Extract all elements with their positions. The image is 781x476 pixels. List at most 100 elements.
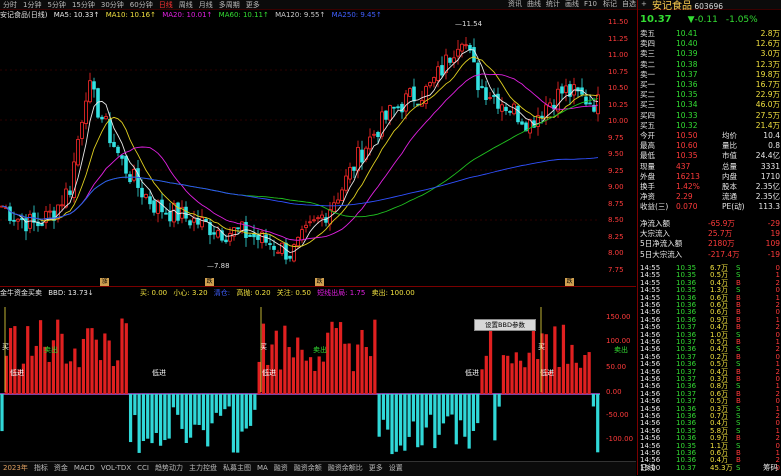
bbd-bar — [210, 394, 214, 424]
low-entry-label: 低进 — [152, 368, 166, 377]
toolbar-right-0[interactable]: 资讯 — [505, 0, 525, 9]
buy-signal-label: 买 — [538, 343, 545, 351]
event-marker[interactable]: 涨 — [100, 278, 109, 286]
candle-body — [560, 86, 564, 94]
toolbar-right-7[interactable]: + — [638, 0, 650, 9]
indicator-tab-4[interactable]: CCI — [137, 462, 149, 475]
bid-row: 买四 10.33 27.5万 — [640, 110, 780, 120]
indicator-tab-13[interactable]: 设置 — [389, 462, 403, 475]
toolbar-right-5[interactable]: 标记 — [600, 0, 620, 9]
period-1[interactable]: 1分钟 — [23, 1, 41, 10]
candle-body — [8, 206, 12, 221]
toolbar-right-2[interactable]: 统计 — [543, 0, 563, 9]
indicator-tab-6[interactable]: 主力控盘 — [189, 462, 217, 475]
period-2[interactable]: 5分钟 — [47, 1, 65, 10]
candle-body — [596, 94, 600, 115]
toolbar-right-6[interactable]: 自选 — [619, 0, 639, 9]
price-tick: 8.00 — [608, 249, 624, 257]
candle-body — [192, 217, 196, 223]
candlestick-chart[interactable]: —11.54 —7.88 — [0, 20, 636, 270]
indicator-tick: 0.00 — [606, 388, 622, 396]
bbd-bar — [566, 363, 570, 394]
panel-bottom-tabs[interactable]: 日线 筹码 — [638, 463, 781, 473]
bbd-bar — [180, 394, 184, 429]
bbd-bar — [146, 394, 150, 439]
caution-value: 小心: 3.20 — [173, 289, 208, 297]
candle-body — [76, 139, 80, 166]
price-tick: 8.75 — [608, 199, 624, 208]
toolbar-right-1[interactable]: 曲线 — [524, 0, 544, 9]
bbd-bar — [570, 344, 574, 394]
candle-body — [488, 97, 492, 99]
low-annotation: —7.88 — [207, 262, 230, 270]
indicator-tab-9[interactable]: 融资 — [274, 462, 288, 475]
bbd-bar — [77, 367, 81, 394]
indicator-tab-1[interactable]: 资金 — [54, 462, 68, 475]
indicator-tab-11[interactable]: 融资余额比 — [328, 462, 363, 475]
candle-body — [276, 251, 280, 254]
period-0[interactable]: 分时 — [3, 1, 17, 10]
event-marker[interactable]: 跌 — [315, 278, 324, 286]
bbd-settings-button[interactable]: 设置BBD参数 — [474, 319, 536, 331]
bbd-bar — [133, 394, 137, 416]
bbd-bar — [111, 366, 116, 394]
period-9[interactable]: 多周期 — [219, 1, 240, 10]
candle-body — [200, 217, 204, 228]
event-marker[interactable]: 跌 — [565, 278, 574, 286]
period-3[interactable]: 15分钟 — [72, 1, 95, 10]
bbd-indicator-chart[interactable]: 买买买卖出 卖出 卖出低进 低进 低进 低进 低进 — [0, 297, 636, 457]
bbd-bar — [193, 394, 197, 425]
toolbar-right-3[interactable]: 画线 — [562, 0, 582, 9]
period-10[interactable]: 更多 — [246, 1, 260, 10]
bbd-bar — [291, 357, 296, 394]
indicator-tab-7[interactable]: 私募主图 — [223, 462, 251, 475]
bbd-bar — [351, 371, 356, 394]
period-7[interactable]: 周线 — [179, 1, 193, 10]
bbd-bar — [578, 367, 583, 394]
period-8[interactable]: 月线 — [199, 1, 213, 10]
indicator-title[interactable]: 金牛资金买卖 — [0, 289, 42, 297]
bbd-bar — [493, 394, 497, 441]
indicator-tab-3[interactable]: VOL-TDX — [101, 462, 131, 475]
candle-body — [492, 95, 496, 97]
stat-row: 现量 437 总量 3331 — [640, 161, 780, 171]
candle-body — [240, 221, 244, 232]
candle-body — [264, 234, 268, 243]
candle-body — [428, 82, 432, 87]
toolbar-right-4[interactable]: F10 — [581, 0, 600, 9]
bbd-bar — [167, 394, 171, 439]
indicator-tab-2[interactable]: MACD — [74, 462, 95, 475]
candle-body — [504, 106, 508, 112]
bbd-bar — [450, 394, 454, 415]
bbd-bar — [38, 320, 43, 394]
bbd-bar — [407, 394, 411, 437]
stat-row: 最低 10.35 市值 24.4亿 — [640, 151, 780, 161]
indicator-tab-10[interactable]: 融资余额 — [294, 462, 322, 475]
period-4[interactable]: 30分钟 — [101, 1, 124, 10]
bbd-bar — [587, 352, 591, 394]
bbd-bar — [518, 360, 523, 394]
indicator-tab-0[interactable]: 指标 — [34, 462, 48, 475]
bbd-bar — [441, 394, 446, 424]
indicator-tab-5[interactable]: 趋势动力 — [155, 462, 183, 475]
bbd-bar — [510, 363, 514, 394]
bbd-bar — [236, 394, 240, 453]
sell-signal-label: 卖出 — [44, 345, 58, 354]
period-5[interactable]: 60分钟 — [130, 1, 153, 10]
bbd-bar — [0, 394, 4, 432]
bbd-bar — [274, 330, 278, 394]
bbd-bar — [326, 332, 330, 394]
bbd-bar — [317, 356, 321, 394]
bbd-bar — [416, 394, 420, 448]
candle-body — [372, 133, 376, 136]
indicator-tab-8[interactable]: MA — [257, 462, 268, 475]
event-marker[interactable]: 跌 — [205, 278, 214, 286]
period-6[interactable]: 日线 — [159, 1, 173, 10]
candle-body — [224, 239, 228, 243]
price-tick: 8.25 — [608, 232, 624, 241]
bbd-bar — [356, 344, 360, 394]
indicator-tab-12[interactable]: 更多 — [369, 462, 383, 475]
ask-row: 卖五 10.41 2.8万 — [640, 29, 780, 38]
candle-body — [556, 88, 560, 112]
candle-body — [60, 204, 64, 207]
